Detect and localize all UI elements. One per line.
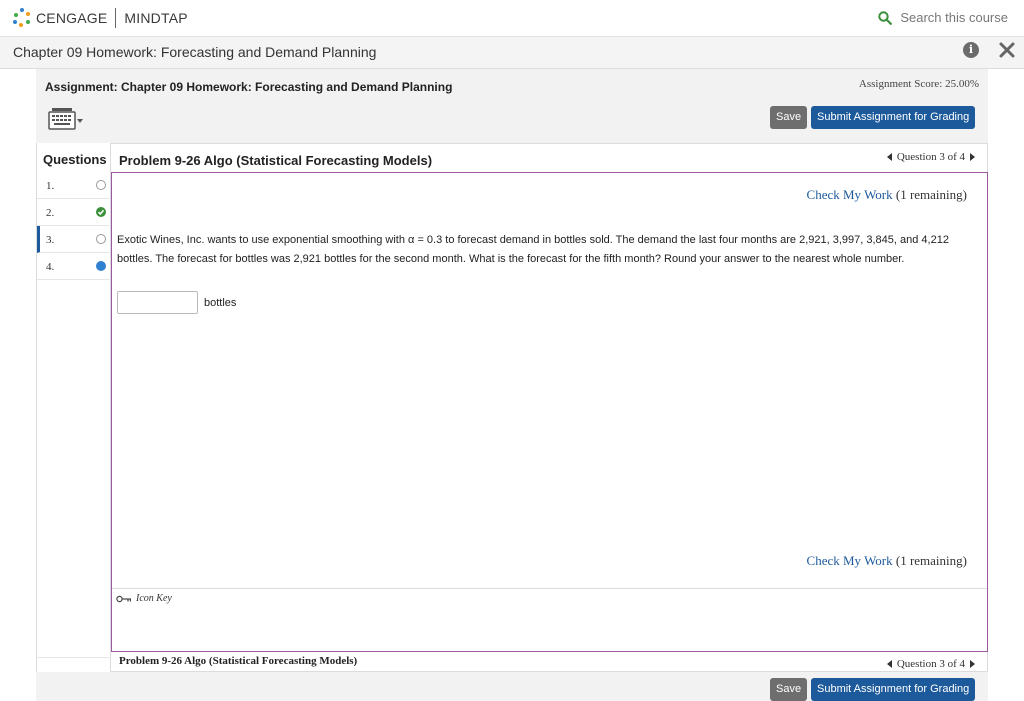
submit-assignment-button[interactable]: Submit Assignment for Grading (811, 106, 976, 129)
divider (112, 588, 987, 589)
question-item-4[interactable]: 4. (37, 253, 111, 280)
question-item-1[interactable]: 1. (37, 172, 111, 199)
question-number: 1. (46, 180, 55, 192)
check-my-work-link[interactable]: Check My Work (807, 553, 893, 568)
info-icon[interactable]: i (963, 42, 979, 58)
problem-header: Problem 9-26 Algo (Statistical Forecasti… (111, 143, 988, 172)
chapter-title: Chapter 09 Homework: Forecasting and Dem… (13, 44, 377, 60)
question-number: 4. (46, 261, 55, 273)
chapter-bar: Chapter 09 Homework: Forecasting and Dem… (0, 37, 1024, 69)
problem-body: Check My Work (1 remaining) Exotic Wines… (111, 172, 988, 652)
question-position: Question 3 of 4 (896, 658, 965, 670)
submit-assignment-button-bottom[interactable]: Submit Assignment for Grading (811, 678, 976, 701)
in-progress-status-icon (96, 261, 106, 271)
icon-key-label: Icon Key (136, 593, 172, 604)
check-remaining: (1 remaining) (895, 553, 967, 568)
check-my-work-top: Check My Work (1 remaining) (807, 187, 967, 203)
correct-check-icon (96, 207, 106, 217)
brand-divider (115, 8, 117, 28)
check-my-work-link[interactable]: Check My Work (807, 187, 893, 202)
answer-input[interactable] (117, 291, 198, 314)
previous-question-icon[interactable] (886, 660, 892, 668)
assignment-header: Assignment: Chapter 09 Homework: Forecas… (36, 69, 988, 143)
next-question-icon[interactable] (970, 153, 975, 161)
key-icon (116, 595, 131, 602)
question-item-2[interactable]: 2. (37, 199, 111, 226)
search-label: Search this course (900, 10, 1008, 25)
assignment-title: Assignment: Chapter 09 Homework: Forecas… (45, 80, 453, 94)
check-remaining: (1 remaining) (895, 187, 967, 202)
problem-title: Problem 9-26 Algo (Statistical Forecasti… (119, 153, 433, 168)
question-number: 2. (46, 207, 55, 219)
questions-list: 1. 2. 3. 4. (37, 172, 111, 280)
product-name: MINDTAP (124, 10, 188, 26)
questions-sidebar-footer (36, 657, 111, 672)
keyboard-icon[interactable] (47, 107, 85, 133)
assignment-score: Assignment Score: 25.00% (858, 78, 979, 90)
save-button[interactable]: Save (770, 106, 808, 129)
brand-name: CENGAGE (36, 10, 108, 26)
questions-sidebar: Questions 1. 2. 3. 4. (36, 143, 111, 673)
question-number: 3. (46, 234, 55, 246)
bottom-action-bar: Save Submit Assignment for Grading (36, 672, 988, 701)
question-position: Question 3 of 4 (896, 151, 965, 163)
question-navigator: Question 3 of 4 (886, 151, 975, 163)
icon-key[interactable]: Icon Key (116, 593, 172, 604)
save-button-bottom[interactable]: Save (770, 678, 808, 701)
answer-unit: bottles (204, 297, 237, 309)
unanswered-status-icon (96, 180, 106, 190)
top-bar: CENGAGE MINDTAP Search this course (0, 0, 1024, 37)
next-question-icon[interactable] (970, 660, 975, 668)
cengage-logo-icon (12, 8, 32, 28)
question-item-3[interactable]: 3. (37, 226, 111, 253)
search-icon (878, 10, 893, 25)
close-icon[interactable] (998, 41, 1016, 59)
cengage-logo[interactable]: CENGAGE MINDTAP (12, 8, 188, 28)
footer-question-navigator: Question 3 of 4 (886, 658, 975, 670)
unanswered-status-icon (96, 234, 106, 244)
problem-footer: Problem 9-26 Algo (Statistical Forecasti… (111, 652, 988, 672)
check-my-work-bottom: Check My Work (1 remaining) (807, 553, 967, 569)
previous-question-icon[interactable] (886, 153, 892, 161)
problem-text: Exotic Wines, Inc. wants to use exponent… (117, 234, 949, 265)
search-course[interactable]: Search this course (878, 10, 1008, 25)
footer-problem-title: Problem 9-26 Algo (Statistical Forecasti… (119, 655, 358, 667)
questions-heading: Questions (43, 152, 107, 167)
